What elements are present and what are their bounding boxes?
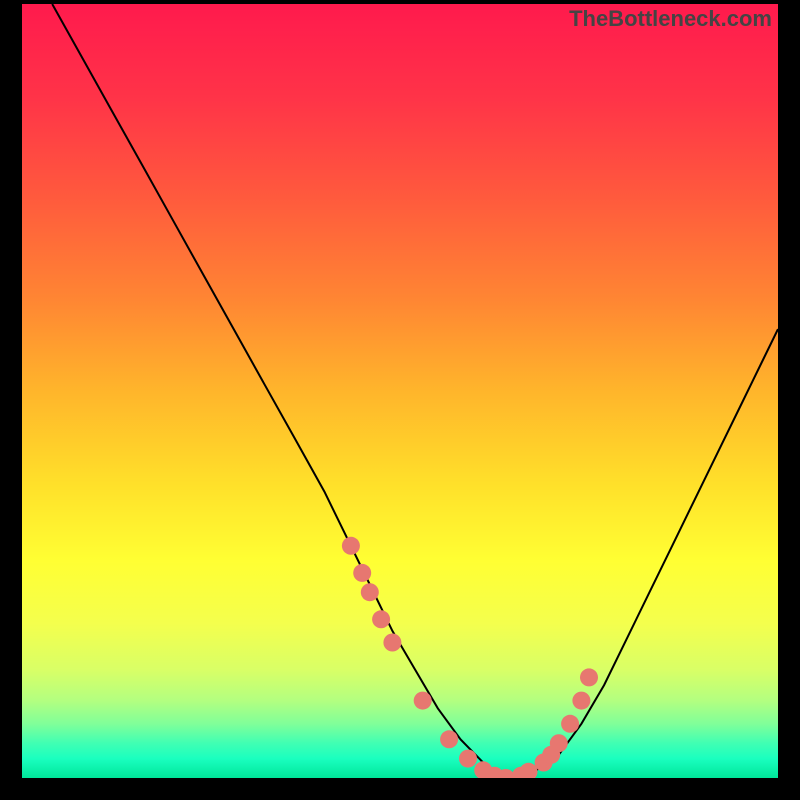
marker-dot [440,730,458,748]
curve-overlay [22,4,778,778]
marker-dot [353,564,371,582]
marker-dot [372,610,390,628]
marker-dot [361,583,379,601]
watermark-text: TheBottleneck.com [569,6,772,32]
highlight-markers [342,537,598,778]
bottleneck-curve [52,4,778,778]
marker-dot [520,763,538,778]
marker-dot [459,750,477,768]
plot-area: TheBottleneck.com [22,4,778,778]
marker-dot [414,692,432,710]
marker-dot [550,734,568,752]
marker-dot [342,537,360,555]
marker-dot [572,692,590,710]
marker-dot [561,715,579,733]
chart-container: TheBottleneck.com [0,0,800,800]
marker-dot [580,668,598,686]
marker-dot [383,634,401,652]
